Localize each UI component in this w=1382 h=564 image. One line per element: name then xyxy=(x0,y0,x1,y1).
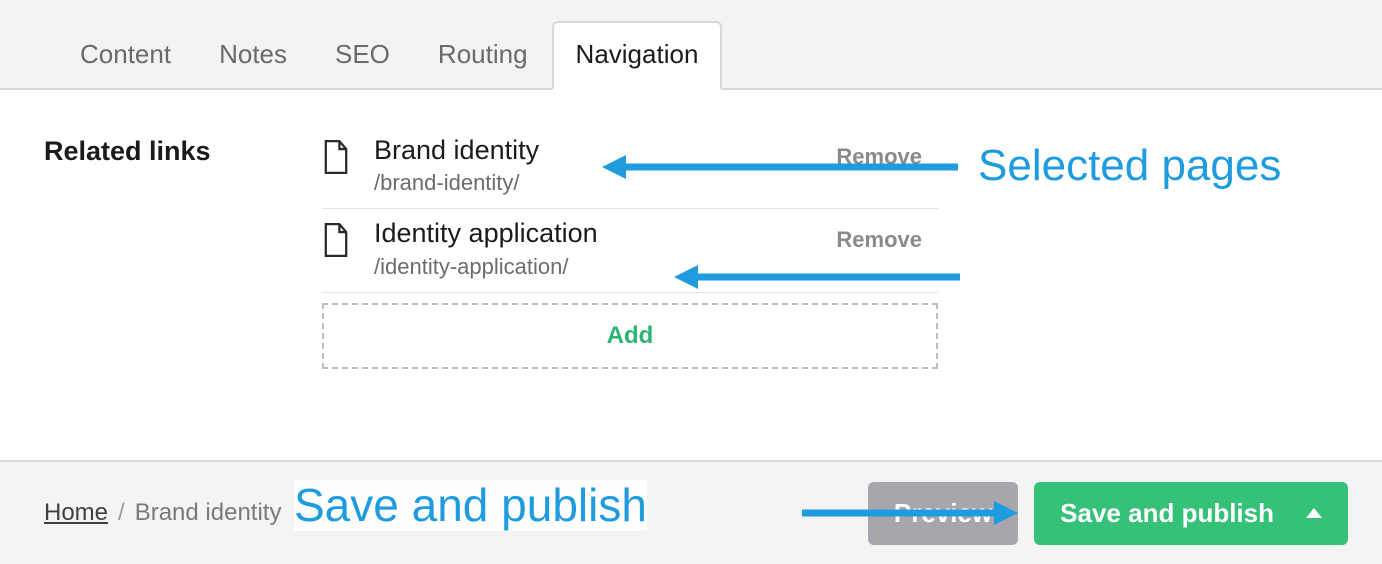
remove-button[interactable]: Remove xyxy=(836,144,922,170)
caret-up-icon xyxy=(1306,508,1322,518)
list-item[interactable]: Brand identity /brand-identity/ Remove xyxy=(322,134,938,209)
tab-routing[interactable]: Routing xyxy=(414,21,552,90)
save-and-publish-button[interactable]: Save and publish xyxy=(1034,482,1348,545)
link-title: Brand identity xyxy=(374,134,836,166)
link-path: /identity-application/ xyxy=(374,254,836,280)
page-icon xyxy=(322,140,350,174)
remove-button[interactable]: Remove xyxy=(836,227,922,253)
navigation-panel: Related links Brand identity /brand-iden… xyxy=(0,90,1382,460)
tab-content[interactable]: Content xyxy=(56,21,195,90)
list-item[interactable]: Identity application /identity-applicati… xyxy=(322,209,938,292)
publish-label: Save and publish xyxy=(1060,498,1274,529)
breadcrumb: Home / Brand identity xyxy=(44,499,281,527)
preview-button[interactable]: Preview xyxy=(868,482,1018,545)
add-button[interactable]: Add xyxy=(322,303,938,369)
related-links-list: Brand identity /brand-identity/ Remove I… xyxy=(322,134,938,460)
tab-seo[interactable]: SEO xyxy=(311,21,414,90)
tabs-bar: Content Notes SEO Routing Navigation xyxy=(0,0,1382,90)
breadcrumb-current: Brand identity xyxy=(135,499,282,527)
breadcrumb-home[interactable]: Home xyxy=(44,499,108,527)
breadcrumb-separator: / xyxy=(118,499,125,527)
page-icon xyxy=(322,223,350,257)
link-path: /brand-identity/ xyxy=(374,170,836,196)
footer-bar: Home / Brand identity Preview Save and p… xyxy=(0,460,1382,564)
link-title: Identity application xyxy=(374,217,836,249)
section-title: Related links xyxy=(44,136,322,167)
tab-navigation[interactable]: Navigation xyxy=(552,21,723,90)
tab-notes[interactable]: Notes xyxy=(195,21,311,90)
